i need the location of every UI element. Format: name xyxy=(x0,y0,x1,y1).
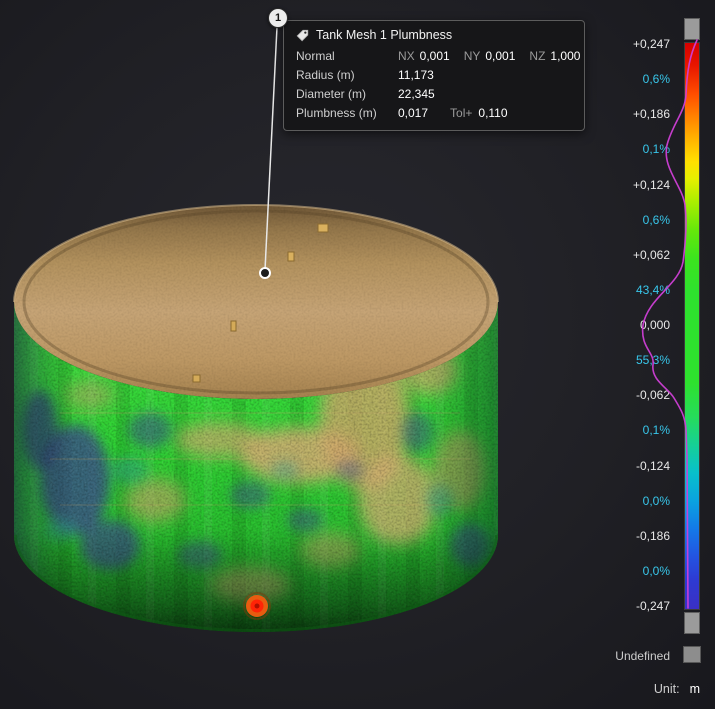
ny-key: NY xyxy=(464,49,481,63)
colorbar-undefined-swatch[interactable] xyxy=(683,646,701,663)
tank-top xyxy=(14,205,498,400)
tolerance-value: 0,110 xyxy=(478,106,507,120)
diameter-value: 22,345 xyxy=(398,86,580,102)
nz-value: 1,000 xyxy=(550,49,580,63)
callout-title: Tank Mesh 1 Plumbness xyxy=(316,28,452,42)
radius-value: 11,173 xyxy=(398,67,580,83)
tolerance-key: Tol+ xyxy=(450,106,472,120)
colorbar-overflow-high-swatch[interactable] xyxy=(684,18,700,40)
normal-values: NX 0,001 NY 0,001 NZ 1,000 xyxy=(398,48,580,64)
out-of-tolerance-spot xyxy=(244,593,270,619)
measure-label-diameter: Diameter (m) xyxy=(296,86,398,102)
plumbness-value: 0,017 xyxy=(398,106,428,120)
annotation-anchor-marker[interactable] xyxy=(260,268,270,278)
annotation-callout[interactable]: Tank Mesh 1 Plumbness Normal NX 0,001 NY 0,… xyxy=(283,20,585,131)
viewport-3d[interactable]: +0,247 0,6% +0,186 0,1% +0,124 0,6% +0,0… xyxy=(0,0,715,709)
colorbar-overflow-low-swatch[interactable] xyxy=(684,612,700,634)
nz-key: NZ xyxy=(529,49,545,63)
measure-label-plumbness: Plumbness (m) xyxy=(296,105,398,121)
measure-label-radius: Radius (m) xyxy=(296,67,398,83)
tag-icon xyxy=(296,29,309,42)
nx-value: 0,001 xyxy=(420,49,450,63)
callout-measurements: Normal NX0,001NY0,001NZ1,000 Radius (m) … xyxy=(296,48,572,121)
measure-label-normal: Normal xyxy=(296,48,398,64)
callout-title-row: Tank Mesh 1 Plumbness xyxy=(296,28,572,42)
plumbness-values: 0,017 Tol+ 0,110 xyxy=(398,105,580,121)
ny-value: 0,001 xyxy=(485,49,515,63)
colorbar-gradient[interactable] xyxy=(684,42,700,610)
annotation-badge[interactable]: 1 xyxy=(268,8,288,28)
nx-key: NX xyxy=(398,49,415,63)
